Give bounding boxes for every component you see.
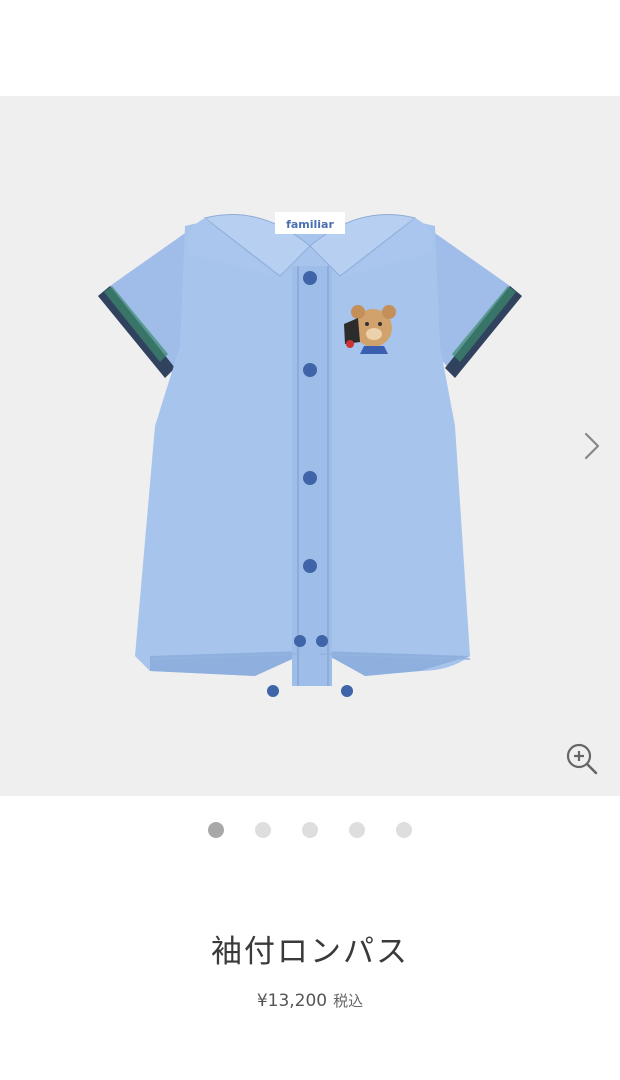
svg-text:familiar: familiar [286,218,334,231]
pagination-dot-5[interactable] [396,822,412,838]
zoom-in-icon [566,743,598,775]
pagination-dot-2[interactable] [255,822,271,838]
chevron-right-icon [584,432,600,460]
price-row: ¥13,200 税込 [0,990,620,1011]
pagination-dot-4[interactable] [349,822,365,838]
pagination-dot-1[interactable] [208,822,224,838]
tax-label: 税込 [333,992,364,1010]
zoom-button[interactable] [564,741,600,777]
next-image-button[interactable] [578,428,606,464]
product-gallery[interactable]: familiar [0,96,620,796]
gallery-pagination [0,822,620,842]
product-price: ¥13,200 [256,991,328,1011]
product-title: 袖付ロンパス [211,934,409,970]
pagination-dot-3[interactable] [302,822,318,838]
product-image-romper: familiar [98,212,522,697]
